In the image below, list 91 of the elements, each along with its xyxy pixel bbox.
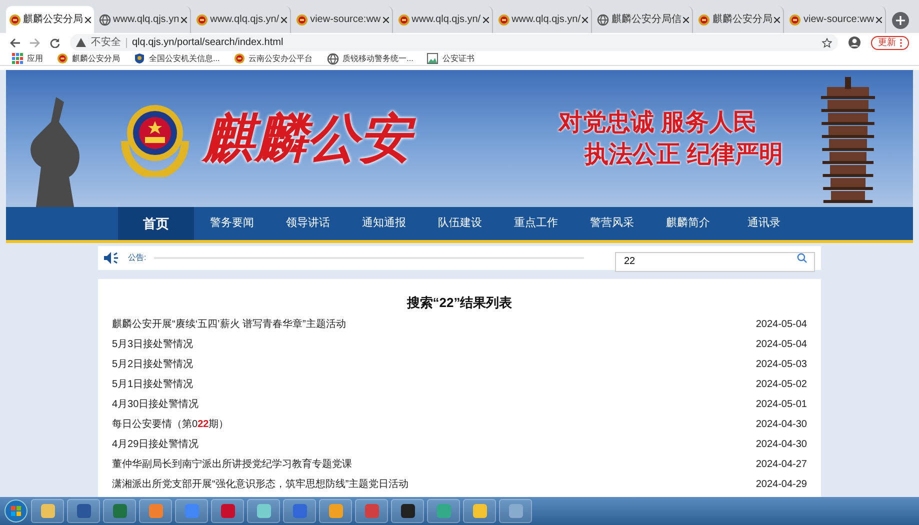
nav-item[interactable]: 通讯录 (726, 207, 802, 240)
nav-item[interactable]: 队伍建设 (422, 207, 498, 240)
result-date: 2024-04-27 (756, 458, 807, 472)
emblem-icon (789, 14, 802, 26)
tab-label: 麒麟公安分局 (23, 12, 83, 27)
nav-item[interactable]: 重点工作 (498, 207, 574, 240)
result-link[interactable]: 麒麟公安开展“赓续‘五四’薪火 谱写青春华章”主题活动 (112, 317, 346, 332)
bookmark-link[interactable]: 质锐移动警务统一... (326, 52, 414, 64)
reload-icon[interactable] (50, 38, 60, 48)
nav-item[interactable]: 通知通报 (346, 207, 422, 240)
site-title: 麒麟公安 (199, 106, 425, 171)
tab-label: www.qlq.qjs.yn (113, 13, 180, 27)
tab-label: www.qlq.qjs.yn/ (512, 13, 580, 27)
nav-item[interactable]: 麒麟简介 (650, 207, 726, 240)
emblem-icon (57, 53, 68, 64)
speaker-icon (104, 252, 120, 264)
result-date: 2024-04-29 (756, 478, 807, 492)
address-field[interactable]: 不安全 qlq.qjs.yn/portal/search/index.html (70, 34, 838, 51)
result-link[interactable]: 董仲华副局长到南宁派出所讲授党纪学习教育专题党课 (112, 457, 352, 472)
close-icon[interactable] (181, 16, 188, 22)
result-date: 2024-05-01 (756, 398, 807, 412)
security-label: 不安全 (91, 36, 121, 50)
search-icon[interactable] (797, 253, 807, 263)
slogan-text: 对党忠诚 服务人民 (558, 108, 757, 138)
close-icon[interactable] (281, 16, 288, 22)
results-title: 搜索“22”结果列表 (406, 294, 514, 312)
browser-tab[interactable]: www.qlq.qjs.yn (96, 6, 192, 33)
tab-label: view-source:ww (310, 13, 381, 27)
bookmark-link[interactable]: 应用 (12, 52, 43, 64)
globe-icon (99, 14, 111, 26)
url-text: qlq.qjs.yn/portal/search/index.html (132, 36, 284, 50)
back-icon[interactable] (10, 38, 20, 48)
emblem-icon (698, 14, 710, 26)
update-button[interactable]: 更新 (871, 36, 909, 50)
close-icon[interactable] (582, 16, 588, 22)
result-link[interactable]: 5月3日接处警情况 (112, 337, 194, 352)
close-icon[interactable] (876, 16, 882, 22)
emblem-icon (196, 14, 208, 26)
shield-icon (134, 53, 145, 64)
result-date: 2024-05-04 (756, 318, 807, 332)
result-date: 2024-04-30 (756, 438, 807, 452)
tab-label: www.qlq.qjs.yn/ (210, 13, 280, 27)
forward-icon[interactable] (30, 38, 40, 48)
close-icon[interactable] (683, 16, 690, 22)
star-icon[interactable] (822, 38, 832, 48)
emblem-icon (234, 53, 245, 64)
close-icon[interactable] (382, 16, 389, 22)
emblem-icon (296, 14, 308, 26)
taskbar-app-icon[interactable] (391, 499, 424, 523)
emblem-icon (9, 14, 21, 26)
plus-icon (896, 16, 906, 25)
warning-icon (76, 38, 86, 47)
nav-item[interactable]: 领导讲话 (270, 207, 346, 240)
globe-icon (597, 14, 610, 26)
result-link[interactable]: 4月29日接处警情况 (112, 437, 199, 452)
nav-item[interactable]: 警务要闻 (194, 207, 270, 240)
nav-item[interactable]: 警营风采 (574, 207, 650, 240)
taskbar-app-icon[interactable] (67, 499, 100, 523)
result-date: 2024-05-03 (756, 358, 807, 372)
close-icon[interactable] (774, 16, 780, 22)
tab-label: 麒麟公安分局 (712, 12, 772, 27)
bookmark-link[interactable]: 公安证书 (427, 52, 474, 64)
result-link[interactable]: 5月2日接处警情况 (112, 357, 194, 372)
slogan-text: 执法公正 纪律严明 (584, 140, 783, 170)
bookmark-link[interactable]: 云南公安办公平台 (234, 52, 313, 64)
search-field[interactable]: 22 (615, 252, 815, 272)
result-date: 2024-04-30 (756, 418, 807, 432)
profile-icon[interactable] (848, 36, 861, 49)
bookmark-link[interactable]: 全国公安机关信息... (134, 52, 220, 64)
tab-label: 麒麟公安分局信 (611, 12, 682, 27)
tab-label: view-source:ww (803, 13, 874, 27)
tab-label: www.qlq.qjs.yn/ (412, 13, 481, 27)
close-icon[interactable] (482, 16, 489, 22)
result-link[interactable]: 潇湘派出所党支部开展“强化意识形态，筑牢思想防线”主题党日活动 (112, 477, 409, 492)
bookmark-link[interactable]: 麒麟公安分局 (57, 52, 120, 64)
result-link[interactable]: 每日公安要情（第022期） (112, 417, 229, 432)
new-tab-button[interactable] (892, 12, 910, 29)
browser-tab[interactable]: 麒麟公安分局信 (594, 6, 694, 33)
result-link[interactable]: 5月1日接处警情况 (112, 377, 194, 392)
notice-label: 公告: (128, 252, 146, 264)
globe-icon (326, 52, 339, 64)
result-date: 2024-05-04 (756, 338, 807, 352)
result-link[interactable]: 4月30日接处警情况 (112, 397, 199, 412)
start-button[interactable] (4, 499, 28, 523)
nav-item[interactable]: 首页 (118, 207, 194, 240)
result-date: 2024-05-02 (756, 378, 807, 392)
apps-grid-icon (12, 53, 23, 64)
browser-tab[interactable]: 麒麟公安分局 (6, 6, 94, 33)
emblem-icon (498, 14, 510, 26)
emblem-icon (398, 14, 410, 26)
close-icon[interactable] (85, 16, 91, 22)
